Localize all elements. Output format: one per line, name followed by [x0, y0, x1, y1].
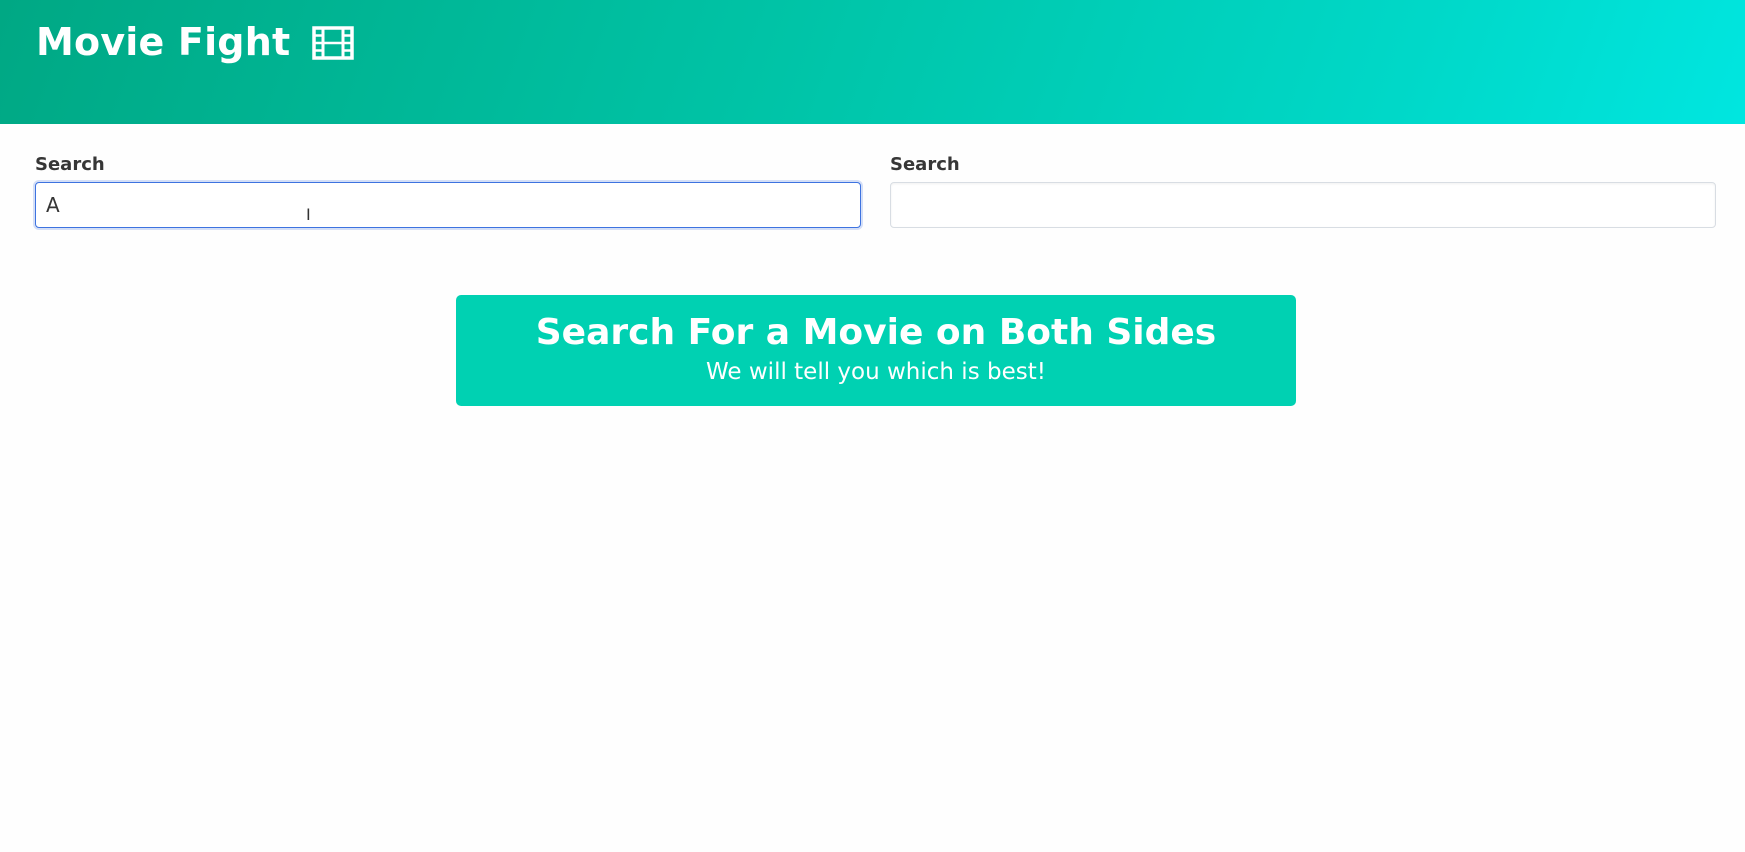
tutorial-notice: Search For a Movie on Both Sides We will… — [456, 295, 1296, 406]
right-search-label: Search — [890, 154, 960, 175]
notice-subtitle: We will tell you which is best! — [706, 359, 1046, 385]
app-title: Movie Fight — [36, 20, 355, 64]
notice-title: Search For a Movie on Both Sides — [535, 312, 1217, 353]
app-title-text: Movie Fight — [36, 20, 291, 64]
left-search-label: Search — [35, 154, 105, 175]
left-search-input[interactable] — [35, 182, 861, 228]
left-search-field: Search — [35, 152, 861, 228]
right-search-field: Search — [890, 152, 1716, 228]
hero-banner: Movie Fight — [0, 0, 1745, 124]
film-icon — [312, 25, 355, 60]
right-search-input[interactable] — [890, 182, 1716, 228]
